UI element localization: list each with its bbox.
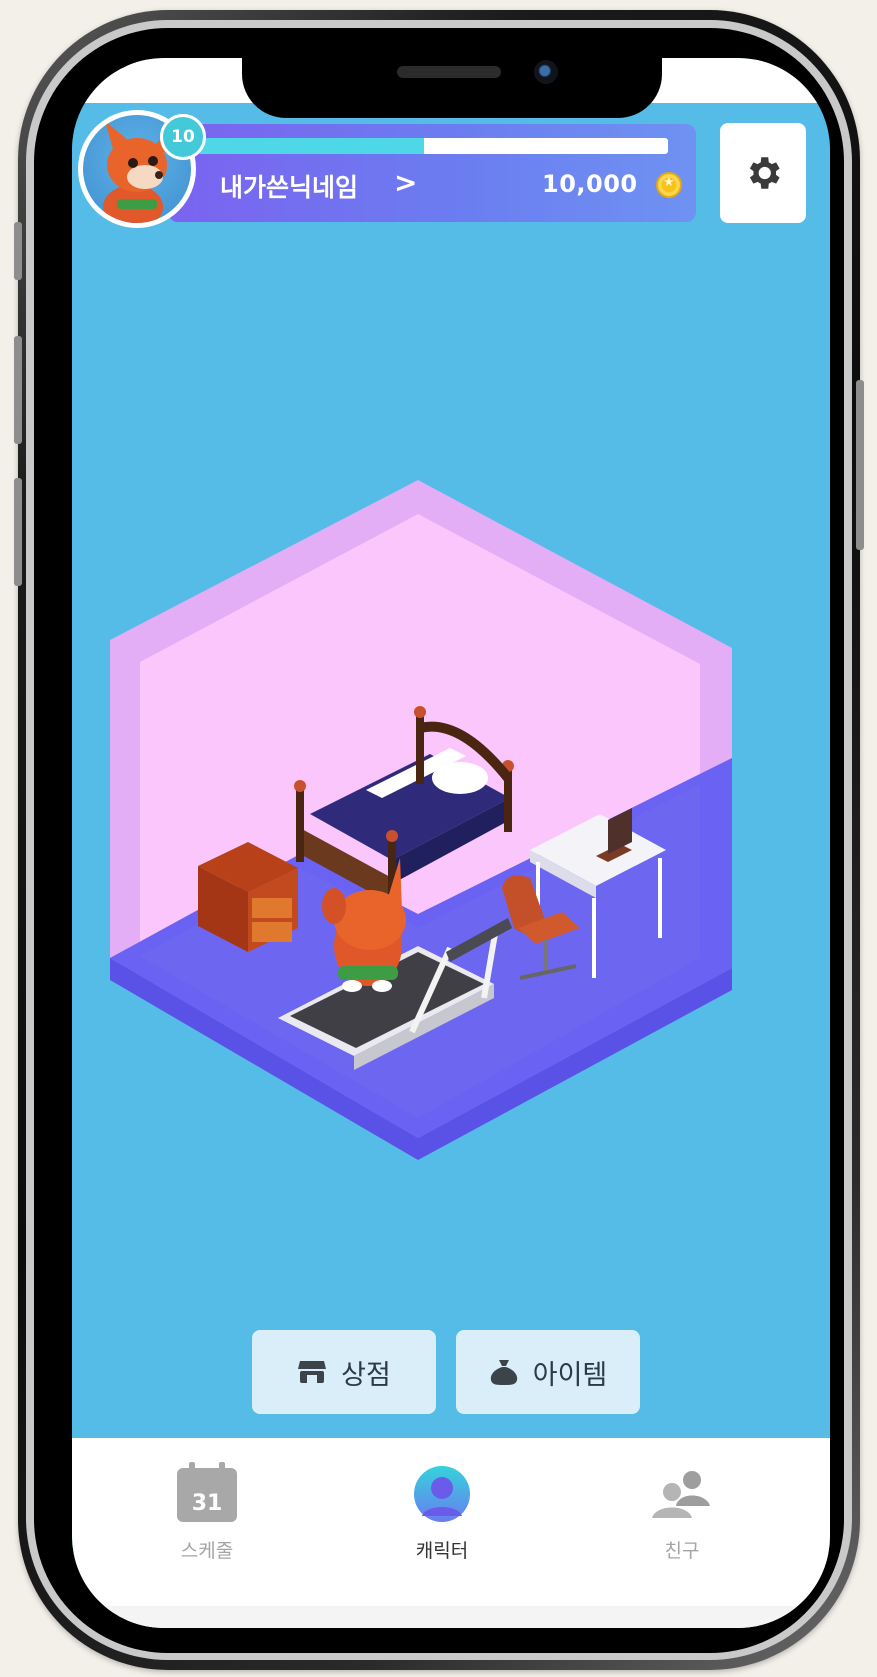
gear-icon [749, 157, 780, 189]
volume-down-button [14, 478, 22, 586]
users-icon [652, 1471, 710, 1518]
front-camera [534, 60, 558, 84]
speaker-grille [397, 66, 501, 78]
tab-schedule-label: 스케줄 [180, 1540, 234, 1562]
store-icon [298, 1361, 327, 1383]
item-label: 아이템 [532, 1359, 608, 1391]
nickname-label[interactable]: 내가쓴닉네임 [220, 168, 358, 204]
power-button [856, 380, 864, 550]
shop-label: 상점 [341, 1359, 391, 1391]
xp-progress-bar [198, 138, 668, 154]
mute-switch [14, 222, 22, 280]
chevron-right-icon[interactable]: > [394, 166, 417, 199]
item-button[interactable]: 아이템 [456, 1330, 640, 1414]
tab-friends[interactable]: 친구 [612, 1466, 752, 1566]
tab-friends-label: 친구 [664, 1540, 700, 1562]
home-indicator [72, 1606, 830, 1628]
tab-character[interactable]: 캐릭터 [372, 1466, 512, 1566]
person-icon [414, 1466, 470, 1522]
phone-screen: 내가쓴닉네임 > 10,000 10 [72, 58, 830, 1628]
coin-balance: 10,000 [542, 170, 638, 198]
pouch-icon [490, 1360, 517, 1385]
character-room[interactable] [100, 458, 800, 1178]
notch [242, 58, 662, 118]
level-badge: 10 [160, 114, 206, 160]
coin-icon [656, 172, 682, 198]
volume-up-button [14, 336, 22, 444]
xp-progress-fill [198, 138, 424, 154]
tab-character-label: 캐릭터 [415, 1540, 469, 1562]
bottom-tab-bar: 31 스케줄 캐릭터 친구 [72, 1438, 830, 1628]
settings-button[interactable] [720, 123, 806, 223]
calendar-day: 31 [191, 1491, 223, 1516]
tab-schedule[interactable]: 31 스케줄 [137, 1462, 277, 1566]
calendar-icon: 31 [177, 1462, 237, 1522]
shop-button[interactable]: 상점 [252, 1330, 436, 1414]
